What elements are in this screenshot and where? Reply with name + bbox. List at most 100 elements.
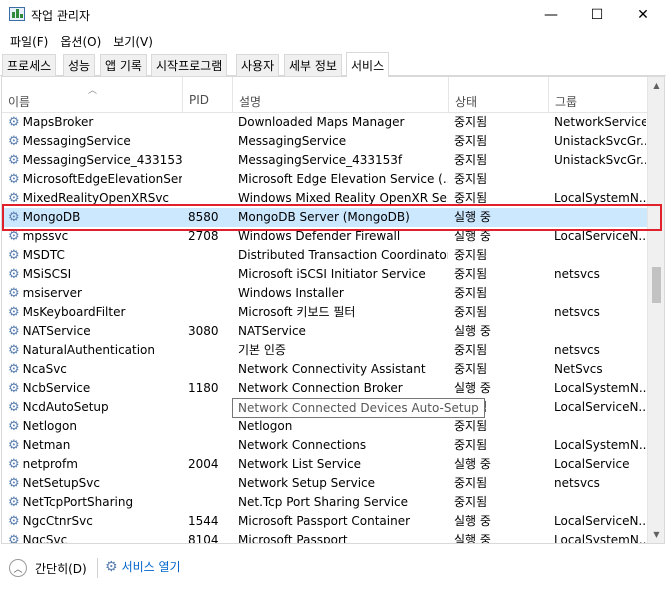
service-row[interactable]: ⚙ NcbService 1180 Network Connection Broker… — [2, 379, 648, 398]
service-pid: 8104 — [188, 533, 219, 544]
column-header-group[interactable]: 그룹 — [549, 77, 648, 113]
tab-services[interactable]: 서비스 — [346, 52, 390, 77]
service-row[interactable]: ⚙ MapsBroker Downloaded Maps Manager 중지됨 Net… — [2, 113, 648, 132]
service-row[interactable]: ⚙ NetSetupSvc Network Setup Service 중지됨 nets… — [2, 474, 648, 493]
service-group — [554, 208, 646, 227]
service-name: ⚙ MSDTC — [8, 248, 65, 263]
gear-icon: ⚙ — [8, 115, 20, 130]
chevron-up-circle-icon[interactable]: ︿ — [9, 559, 27, 577]
service-name: ⚙ MongoDB — [8, 210, 81, 225]
service-description: 기본 인증 — [238, 343, 286, 357]
service-description: MongoDB Server (MongoDB) — [238, 210, 410, 224]
service-status: 중지됨 — [454, 362, 488, 376]
service-status: 실행 중 — [454, 381, 491, 395]
column-header-status[interactable]: 상태 — [449, 77, 549, 113]
service-row[interactable]: ⚙ MessagingService MessagingService 중지됨 Unis… — [2, 132, 648, 151]
service-row[interactable]: ⚙ NcaSvc Network Connectivity Assistant 중지됨… — [2, 360, 648, 379]
service-status: 실행 중 — [454, 457, 491, 471]
footer-bar: ︿ 간단히(D) ⚙ 서비스 열기 — [0, 546, 666, 593]
column-header-name[interactable]: 이름 ︿ — [2, 77, 183, 113]
gear-icon: ⚙ — [8, 248, 20, 263]
service-description: Windows Mixed Reality OpenXR Ser... — [238, 191, 448, 205]
service-status: 중지됨 — [454, 248, 488, 262]
service-group — [554, 322, 646, 341]
service-row[interactable]: ⚙ MSDTC Distributed Transaction Coordinato… — [2, 246, 648, 265]
services-list: 이름 ︿ PID 설명 상태 그룹 ⚙ MapsBroker Downloaded … — [1, 76, 665, 544]
service-row[interactable]: ⚙ MsKeyboardFilter Microsoft 키보드 필터 중지됨 nets… — [2, 303, 648, 322]
column-header-description[interactable]: 설명 — [233, 77, 449, 113]
close-button[interactable]: ✕ — [620, 0, 666, 30]
service-description: Network Connectivity Assistant — [238, 362, 426, 376]
tab-details[interactable]: 세부 정보 — [284, 54, 342, 76]
vertical-scrollbar[interactable]: ▲ ▼ — [647, 77, 664, 543]
collapse-button[interactable]: 간단히(D) — [35, 560, 87, 577]
window-title: 작업 관리자 — [31, 9, 91, 23]
service-pid — [188, 398, 232, 417]
service-row[interactable]: ⚙ MixedRealityOpenXRSvc Windows Mixed Real… — [2, 189, 648, 208]
service-row[interactable]: ⚙ NetTcpPortSharing Net.Tcp Port Sharing S… — [2, 493, 648, 512]
service-pid — [188, 474, 232, 493]
service-name: ⚙ NcbService — [8, 381, 91, 396]
service-group: netsvcs — [554, 267, 600, 281]
service-group: LocalSystemN... — [554, 381, 646, 395]
minimize-button[interactable]: — — [528, 0, 574, 30]
service-group: NetSvcs — [554, 362, 603, 376]
service-name: ⚙ MapsBroker — [8, 115, 94, 130]
service-row[interactable]: ⚙ msiserver Windows Installer 중지됨 — [2, 284, 648, 303]
service-row[interactable]: ⚙ MicrosoftEdgeElevationSer... Microsoft E… — [2, 170, 648, 189]
service-row[interactable]: ⚙ NaturalAuthentication 기본 인증 중지됨 netsvcs — [2, 341, 648, 360]
column-header-pid[interactable]: PID — [183, 77, 233, 113]
service-name: ⚙ Netlogon — [8, 419, 77, 434]
service-row[interactable]: ⚙ NgcCtnrSvc 1544 Microsoft Passport Contai… — [2, 512, 648, 531]
gear-icon: ⚙ — [8, 419, 20, 434]
service-group: LocalServiceN... — [554, 514, 646, 528]
scroll-up-icon[interactable]: ▲ — [648, 77, 664, 94]
service-description: Windows Defender Firewall — [238, 229, 401, 243]
menu-options[interactable]: 옵션(O) — [54, 33, 107, 50]
gear-icon: ⚙ — [8, 153, 20, 168]
open-services-link[interactable]: ⚙ 서비스 열기 — [105, 558, 181, 575]
service-group — [554, 417, 646, 436]
gear-icon: ⚙ — [8, 210, 20, 225]
service-row[interactable]: ⚙ MSiSCSI Microsoft iSCSI Initiator Servic… — [2, 265, 648, 284]
service-group: LocalSystemN... — [554, 533, 646, 544]
service-pid — [188, 436, 232, 455]
service-name: ⚙ NATService — [8, 324, 91, 339]
service-group — [554, 284, 646, 303]
service-name: ⚙ NgcCtnrSvc — [8, 514, 93, 529]
service-name: ⚙ NaturalAuthentication — [8, 343, 156, 358]
maximize-button[interactable]: ☐ — [574, 0, 620, 30]
tab-processes[interactable]: 프로세스 — [2, 54, 57, 76]
service-group: LocalServiceN... — [554, 400, 646, 414]
scroll-down-icon[interactable]: ▼ — [648, 526, 664, 543]
service-row[interactable]: ⚙ MessagingService_433153f MessagingServic… — [2, 151, 648, 170]
service-description: Windows Installer — [238, 286, 344, 300]
service-pid: 8580 — [188, 210, 219, 224]
service-group — [554, 170, 646, 189]
menu-view[interactable]: 보기(V) — [107, 33, 159, 50]
gear-icon: ⚙ — [8, 305, 20, 320]
tab-startup[interactable]: 시작프로그램 — [151, 54, 228, 76]
tab-performance[interactable]: 성능 — [63, 54, 96, 76]
gear-icon: ⚙ — [8, 533, 20, 544]
service-status: 중지됨 — [454, 438, 488, 452]
tab-users[interactable]: 사용자 — [236, 54, 280, 76]
service-row[interactable]: ⚙ NATService 3080 NATService 실행 중 — [2, 322, 648, 341]
scroll-thumb[interactable] — [652, 267, 661, 303]
gear-icon: ⚙ — [8, 476, 20, 491]
gear-icon: ⚙ — [8, 400, 20, 415]
service-row[interactable]: ⚙ Netlogon Netlogon 중지됨 — [2, 417, 648, 436]
service-row[interactable]: ⚙ mpssvc 2708 Windows Defender Firewall 실행 중… — [2, 227, 648, 246]
service-row[interactable]: ⚙ NgcSvc 8104 Microsoft Passport 실행 중 LocalSy… — [2, 531, 648, 544]
service-description: Downloaded Maps Manager — [238, 115, 405, 129]
service-status: 중지됨 — [454, 153, 488, 167]
service-row[interactable]: ⚙ MongoDB 8580 MongoDB Server (MongoDB) 실행 중 — [2, 208, 648, 227]
menu-file[interactable]: 파일(F) — [4, 33, 54, 50]
tab-app-history[interactable]: 앱 기록 — [100, 54, 147, 76]
service-row[interactable]: ⚙ netprofm 2004 Network List Service 실행 중 Loc… — [2, 455, 648, 474]
service-row[interactable]: ⚙ Netman Network Connections 중지됨 LocalSystem… — [2, 436, 648, 455]
gear-icon: ⚙ — [8, 514, 20, 529]
service-pid — [188, 189, 232, 208]
service-status: 실행 중 — [454, 324, 491, 338]
gear-icon: ⚙ — [8, 267, 20, 282]
